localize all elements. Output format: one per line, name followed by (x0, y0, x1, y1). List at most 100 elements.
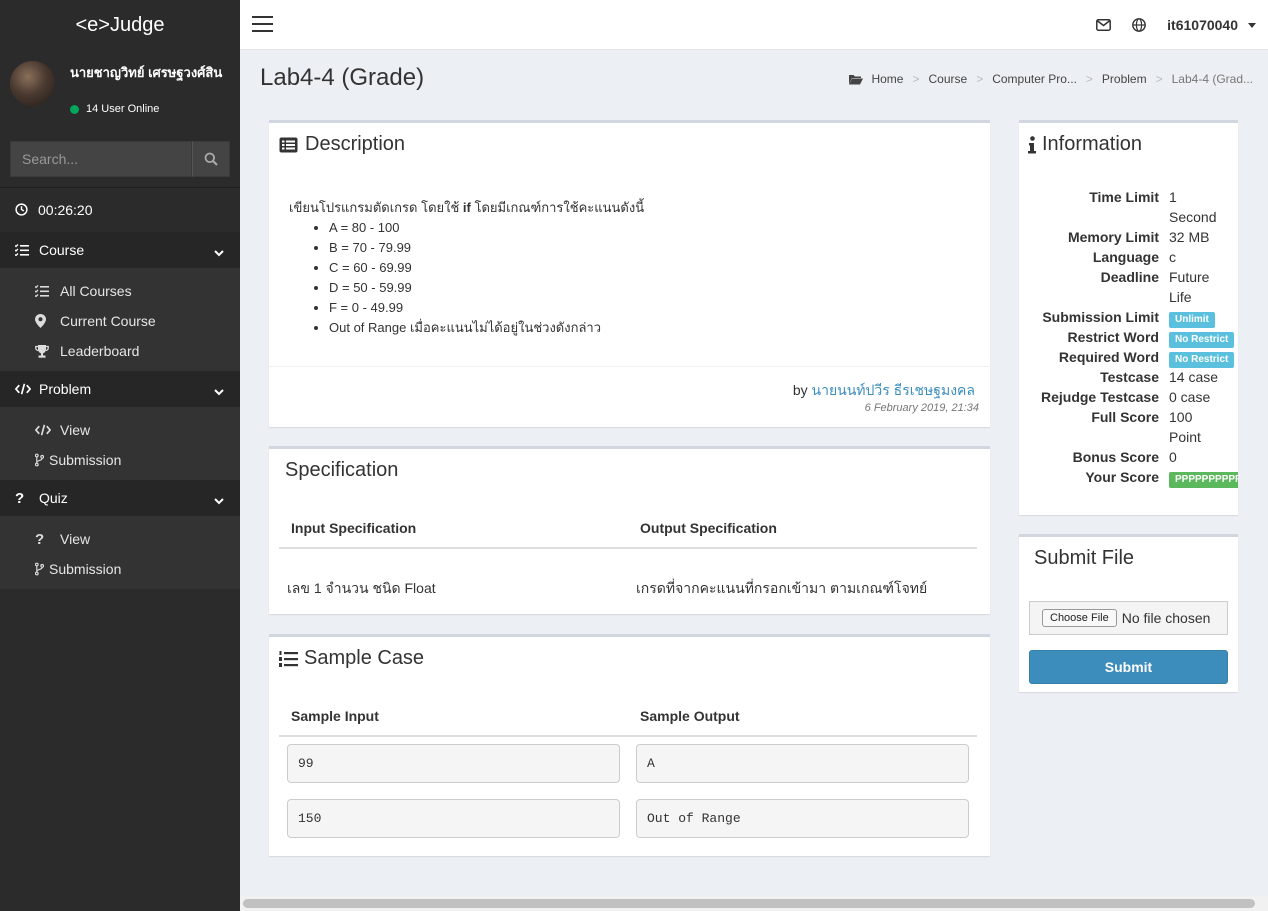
sidebar-item-label: Current Course (60, 313, 156, 329)
breadcrumb-current: Lab4-4 (Grad... (1171, 72, 1253, 86)
trophy-icon (35, 344, 51, 358)
hamburger-menu-icon[interactable] (252, 16, 273, 35)
info-key: Your Score (1085, 469, 1159, 485)
submit-file-title: Submit File (1034, 547, 1135, 569)
info-key: Time Limit (1089, 189, 1159, 205)
sidebar-item-problem-view[interactable]: View (0, 415, 240, 445)
output-spec-value: เกรดที่จากคะแนนที่กรอกเข้ามา ตามเกณฑ์โจท… (636, 580, 928, 596)
menu-quiz[interactable]: ? Quiz (0, 480, 240, 516)
code-icon (15, 383, 31, 395)
menu-problem[interactable]: Problem (0, 371, 240, 407)
info-value: PPPPPPPPPPPPPP (1169, 467, 1238, 488)
sidebar-item-label: Submission (49, 561, 122, 577)
list-item: C = 60 - 69.99 (329, 258, 644, 278)
list-check-icon (35, 285, 51, 297)
username: it61070040 (1167, 17, 1238, 33)
countdown-timer: 00:26:20 (0, 187, 240, 231)
intro-post: โดยมีเกณฑ์การใช้คะแนนดังนี้ (470, 200, 645, 215)
submit-file-box: Submit File Choose File No file chosen Su… (1019, 534, 1238, 692)
top-navbar: it61070040 (240, 0, 1268, 50)
menu-problem-label: Problem (39, 381, 92, 397)
sample-case-box: Sample Case Sample Input Sample Output 9… (269, 634, 990, 856)
envelope-icon[interactable] (1096, 19, 1112, 31)
map-marker-icon (35, 314, 51, 328)
list-item: D = 50 - 59.99 (329, 278, 644, 298)
list-item: Out of Range เมื่อคะแนนไม่ได้อยู่ในช่วงด… (329, 318, 644, 338)
breadcrumb-problem[interactable]: Problem (1102, 72, 1147, 86)
horizontal-scrollbar[interactable] (243, 899, 1255, 908)
sample-output-2[interactable]: Out of Range (636, 799, 969, 838)
output-spec-header: Output Specification (640, 520, 777, 536)
sidebar-item-leaderboard[interactable]: Leaderboard (0, 336, 240, 366)
question-icon: ? (35, 530, 45, 548)
list-alt-icon (279, 137, 298, 152)
navbar-right: it61070040 (1096, 0, 1268, 50)
sidebar-item-quiz-submission[interactable]: Submission (0, 554, 240, 584)
sidebar-item-quiz-view[interactable]: ? View (0, 524, 240, 554)
info-key: Language (1092, 249, 1159, 265)
description-footer: by นายนนท์ปวีร ธีรเชษฐมงคล 6 February 20… (269, 366, 990, 430)
information-title: Information (1028, 133, 1142, 156)
info-key: Deadline (1100, 269, 1159, 285)
sample-input-header: Sample Input (291, 708, 379, 724)
info-value: No Restrict (1169, 347, 1235, 368)
chevron-down-icon (214, 244, 224, 260)
sidebar-item-label: All Courses (60, 283, 132, 299)
page-title: Lab4-4 (Grade) (260, 64, 425, 91)
clock-icon (15, 203, 28, 216)
sidebar-search: Search... (10, 141, 230, 177)
info-value: c (1169, 249, 1176, 265)
user-menu[interactable]: it61070040 (1167, 17, 1268, 33)
online-status: 14 User Online (70, 103, 159, 115)
app-logo[interactable]: <e>Judge (0, 0, 240, 50)
sample-input-2[interactable]: 150 (287, 799, 620, 838)
code-branch-icon (35, 453, 44, 467)
question-icon: ? (15, 489, 25, 507)
user-panel: นายชาญวิทย์ เศรษฐวงศ์สิน (0, 50, 240, 132)
input-spec-value: เลข 1 จำนวน ชนิด Float (287, 580, 436, 596)
menu-quiz-label: Quiz (39, 490, 68, 506)
user-name: นายชาญวิทย์ เศรษฐวงศ์สิน (70, 65, 223, 80)
file-input[interactable]: Choose File No file chosen (1029, 601, 1228, 635)
intro-pre: เขียนโปรแกรมตัดเกรด โดยใช้ (289, 200, 463, 215)
submit-button[interactable]: Submit (1029, 650, 1228, 684)
code-branch-icon (35, 562, 44, 576)
breadcrumb-course[interactable]: Course (929, 72, 968, 86)
globe-icon[interactable] (1132, 18, 1147, 32)
sample-case-title-text: Sample Case (304, 647, 425, 669)
input-spec-header: Input Specification (291, 520, 417, 536)
choose-file-button[interactable]: Choose File (1042, 609, 1117, 627)
info-key: Restrict Word (1067, 329, 1159, 345)
breadcrumb-computer-pro[interactable]: Computer Pro... (992, 72, 1077, 86)
breadcrumb: Home > Course > Computer Pro... > Problem > … (849, 72, 1253, 86)
sample-input-1[interactable]: 99 (287, 744, 620, 783)
sidebar-item-current-course[interactable]: Current Course (0, 306, 240, 336)
status-badge: No Restrict (1169, 352, 1235, 368)
main-content: Lab4-4 (Grade) Home > Course > Computer Pr… (240, 50, 1268, 911)
info-value: 100 Point (1169, 409, 1201, 445)
author-link[interactable]: นายนนท์ปวีร ธีรเชษฐมงคล (812, 382, 975, 398)
specification-title: Specification (285, 459, 399, 481)
search-input[interactable]: Search... (10, 141, 192, 177)
sidebar-item-label: View (60, 531, 91, 547)
breadcrumb-home[interactable]: Home (871, 72, 903, 86)
sidebar-item-all-courses[interactable]: All Courses (0, 276, 240, 306)
chevron-down-icon (214, 383, 224, 399)
sample-case-title: Sample Case (279, 647, 424, 670)
description-title: Description (279, 133, 405, 156)
info-value: 32 MB (1169, 229, 1210, 245)
sidebar-item-label: Leaderboard (60, 343, 140, 359)
menu-course[interactable]: Course (0, 232, 240, 268)
timer-value: 00:26:20 (38, 201, 93, 218)
description-body: เขียนโปรแกรมตัดเกรด โดยใช้ if โดยมีเกณฑ์… (289, 198, 644, 338)
status-badge: No Restrict (1169, 332, 1235, 348)
search-button[interactable] (192, 141, 230, 177)
information-title-text: Information (1042, 133, 1143, 155)
course-submenu: All Courses Current Course Leaderboard (0, 268, 240, 371)
sidebar-item-label: Submission (49, 452, 122, 468)
info-value: Future Life (1169, 269, 1210, 305)
sample-output-1[interactable]: A (636, 744, 969, 783)
sidebar-item-problem-submission[interactable]: Submission (0, 445, 240, 475)
score-badge: PPPPPPPPPPPPPP (1169, 472, 1238, 488)
online-dot-icon (70, 104, 79, 114)
